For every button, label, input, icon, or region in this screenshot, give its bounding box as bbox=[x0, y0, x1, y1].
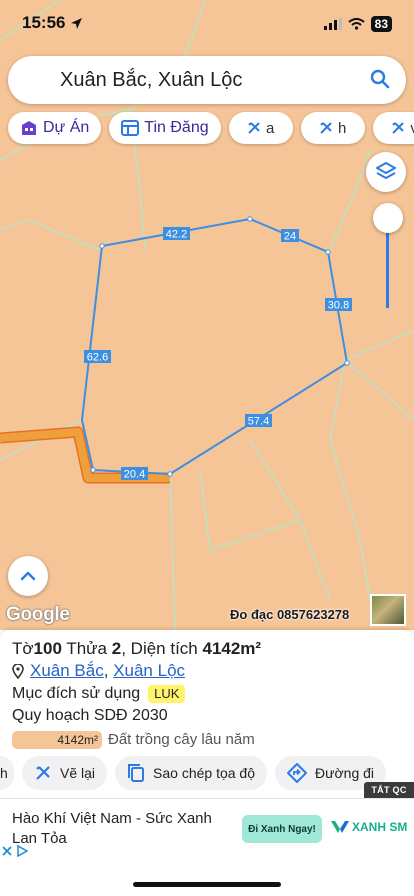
parcel-outline[interactable] bbox=[80, 217, 349, 476]
ad-brand: XANH SM bbox=[330, 819, 407, 835]
battery-icon: 83 bbox=[370, 16, 392, 32]
chip-tool-h[interactable]: h bbox=[300, 112, 365, 144]
survey-credit[interactable]: Đo đạc 0857623278 bbox=[230, 607, 349, 622]
opacity-slider-track[interactable] bbox=[386, 228, 389, 308]
parcel-vertices bbox=[90, 216, 350, 477]
listing-icon bbox=[121, 120, 140, 136]
plan-label: Quy hoạch SDĐ 2030 bbox=[12, 707, 168, 724]
purpose-label: Mục đích sử dụng bbox=[12, 685, 141, 702]
chip-label: a bbox=[265, 119, 275, 137]
copy-coordinates-button[interactable]: Sao chép tọa độ bbox=[115, 756, 268, 790]
signal-icon bbox=[323, 18, 342, 30]
search-text[interactable]: Xuân Bắc, Xuân Lộc bbox=[60, 69, 242, 92]
tool-icon bbox=[248, 122, 260, 134]
sheet-number: 100 bbox=[33, 639, 62, 658]
expand-up-button[interactable] bbox=[8, 556, 48, 596]
home-area bbox=[0, 862, 414, 896]
parcel-area: 4142m² bbox=[202, 639, 262, 658]
chip-tool-v[interactable]: v bbox=[372, 112, 414, 144]
home-indicator[interactable] bbox=[133, 882, 281, 887]
status-indicators: 83 bbox=[323, 16, 392, 32]
close-icon[interactable] bbox=[2, 846, 12, 856]
edge-label: 62.6 bbox=[87, 352, 108, 364]
ad-brand-text: XANH SM bbox=[352, 820, 408, 834]
edge-labels: 42.2 24 30.8 57.4 20.4 62.6 bbox=[84, 227, 352, 481]
location-arrow-icon bbox=[71, 17, 83, 29]
ad-banner[interactable]: Hào Khí Việt Nam - Sức Xanh Lan Tỏa Đi X… bbox=[0, 798, 414, 862]
copy-icon bbox=[128, 764, 145, 782]
tool-icon bbox=[392, 122, 405, 134]
action-buttons: h Vẽ lại Sao chép tọa độ Đường đi bbox=[0, 756, 414, 790]
brand-logo-icon bbox=[331, 821, 349, 833]
location-separator: , bbox=[103, 661, 114, 680]
district-link[interactable]: Xuân Lộc bbox=[113, 661, 185, 680]
search-icon[interactable] bbox=[370, 69, 390, 89]
parcel-location: Xuân Bắc, Xuân Lộc bbox=[12, 660, 402, 682]
chip-label: Dự Án bbox=[43, 119, 90, 136]
wifi-icon bbox=[348, 18, 365, 30]
plan-legend: 4142m² Đất trồng cây lâu năm bbox=[12, 729, 402, 751]
parcel-title: Tờ 100 Thửa 2 , Diện tích 4142m² bbox=[12, 638, 402, 660]
parcel-info-panel: Tờ 100 Thửa 2 , Diện tích 4142m² Xuân Bắ… bbox=[0, 630, 414, 798]
chip-tin-dang[interactable]: Tin Đăng bbox=[109, 112, 221, 144]
ad-cta-button[interactable]: Đi Xanh Ngay! bbox=[242, 815, 322, 843]
layers-icon bbox=[376, 162, 396, 179]
edge-label: 20.4 bbox=[124, 469, 145, 481]
legend-swatch: 4142m² bbox=[12, 731, 102, 749]
parcel-number: 2 bbox=[111, 639, 122, 658]
chevron-up-icon bbox=[20, 571, 36, 581]
chip-label: Tin Đăng bbox=[144, 119, 209, 136]
title-area-label: , Diện tích bbox=[121, 639, 203, 658]
filter-chips: Dự Án Tin Đăng a h v bbox=[8, 112, 414, 144]
action-label: Đường đi bbox=[315, 765, 375, 781]
title-prefix: Tờ bbox=[12, 639, 34, 658]
building-icon bbox=[22, 121, 36, 135]
opacity-slider-knob[interactable] bbox=[373, 203, 403, 233]
adchoices-icon[interactable] bbox=[16, 845, 28, 857]
search-bar[interactable]: Xuân Bắc, Xuân Lộc bbox=[8, 56, 406, 104]
hide-ad-button[interactable]: TẮT QC bbox=[364, 782, 414, 798]
status-time-group: 15:56 bbox=[22, 13, 83, 33]
chip-du-an[interactable]: Dự Án bbox=[8, 112, 102, 144]
edge-label: 30.8 bbox=[328, 300, 349, 312]
satellite-thumbnail[interactable] bbox=[370, 594, 406, 626]
status-time: 15:56 bbox=[22, 13, 66, 32]
chip-tool-a[interactable]: a bbox=[228, 112, 293, 144]
action-label: Sao chép tọa độ bbox=[153, 765, 256, 781]
map-view[interactable]: 42.2 24 30.8 57.4 20.4 62.6 15:56 83 Xuâ… bbox=[0, 0, 414, 630]
google-logo: Google bbox=[6, 604, 70, 625]
title-mid: Thửa bbox=[61, 639, 112, 658]
redraw-button[interactable]: Vẽ lại bbox=[22, 756, 108, 790]
status-bar: 15:56 83 bbox=[0, 0, 414, 48]
legend-text: Đất trồng cây lâu năm bbox=[108, 731, 255, 748]
redraw-icon bbox=[36, 766, 50, 780]
layers-button[interactable] bbox=[366, 152, 406, 192]
edge-label: 42.2 bbox=[166, 229, 187, 241]
pin-icon bbox=[12, 663, 24, 679]
land-purpose: Mục đích sử dụng LUK bbox=[12, 683, 402, 705]
ad-controls bbox=[2, 845, 28, 857]
action-label: h bbox=[0, 765, 8, 781]
chip-label: h bbox=[337, 119, 347, 137]
edge-label: 57.4 bbox=[248, 416, 269, 428]
purpose-code-badge: LUK bbox=[148, 685, 186, 703]
ad-text: Hào Khí Việt Nam - Sức Xanh Lan Tỏa bbox=[12, 810, 212, 847]
chip-label: v bbox=[410, 120, 414, 137]
action-partial[interactable]: h bbox=[0, 756, 14, 790]
commune-link[interactable]: Xuân Bắc bbox=[30, 661, 104, 680]
tool-icon bbox=[320, 122, 332, 134]
directions-icon bbox=[287, 763, 308, 783]
edge-label: 24 bbox=[284, 231, 296, 243]
action-label: Vẽ lại bbox=[60, 765, 96, 781]
